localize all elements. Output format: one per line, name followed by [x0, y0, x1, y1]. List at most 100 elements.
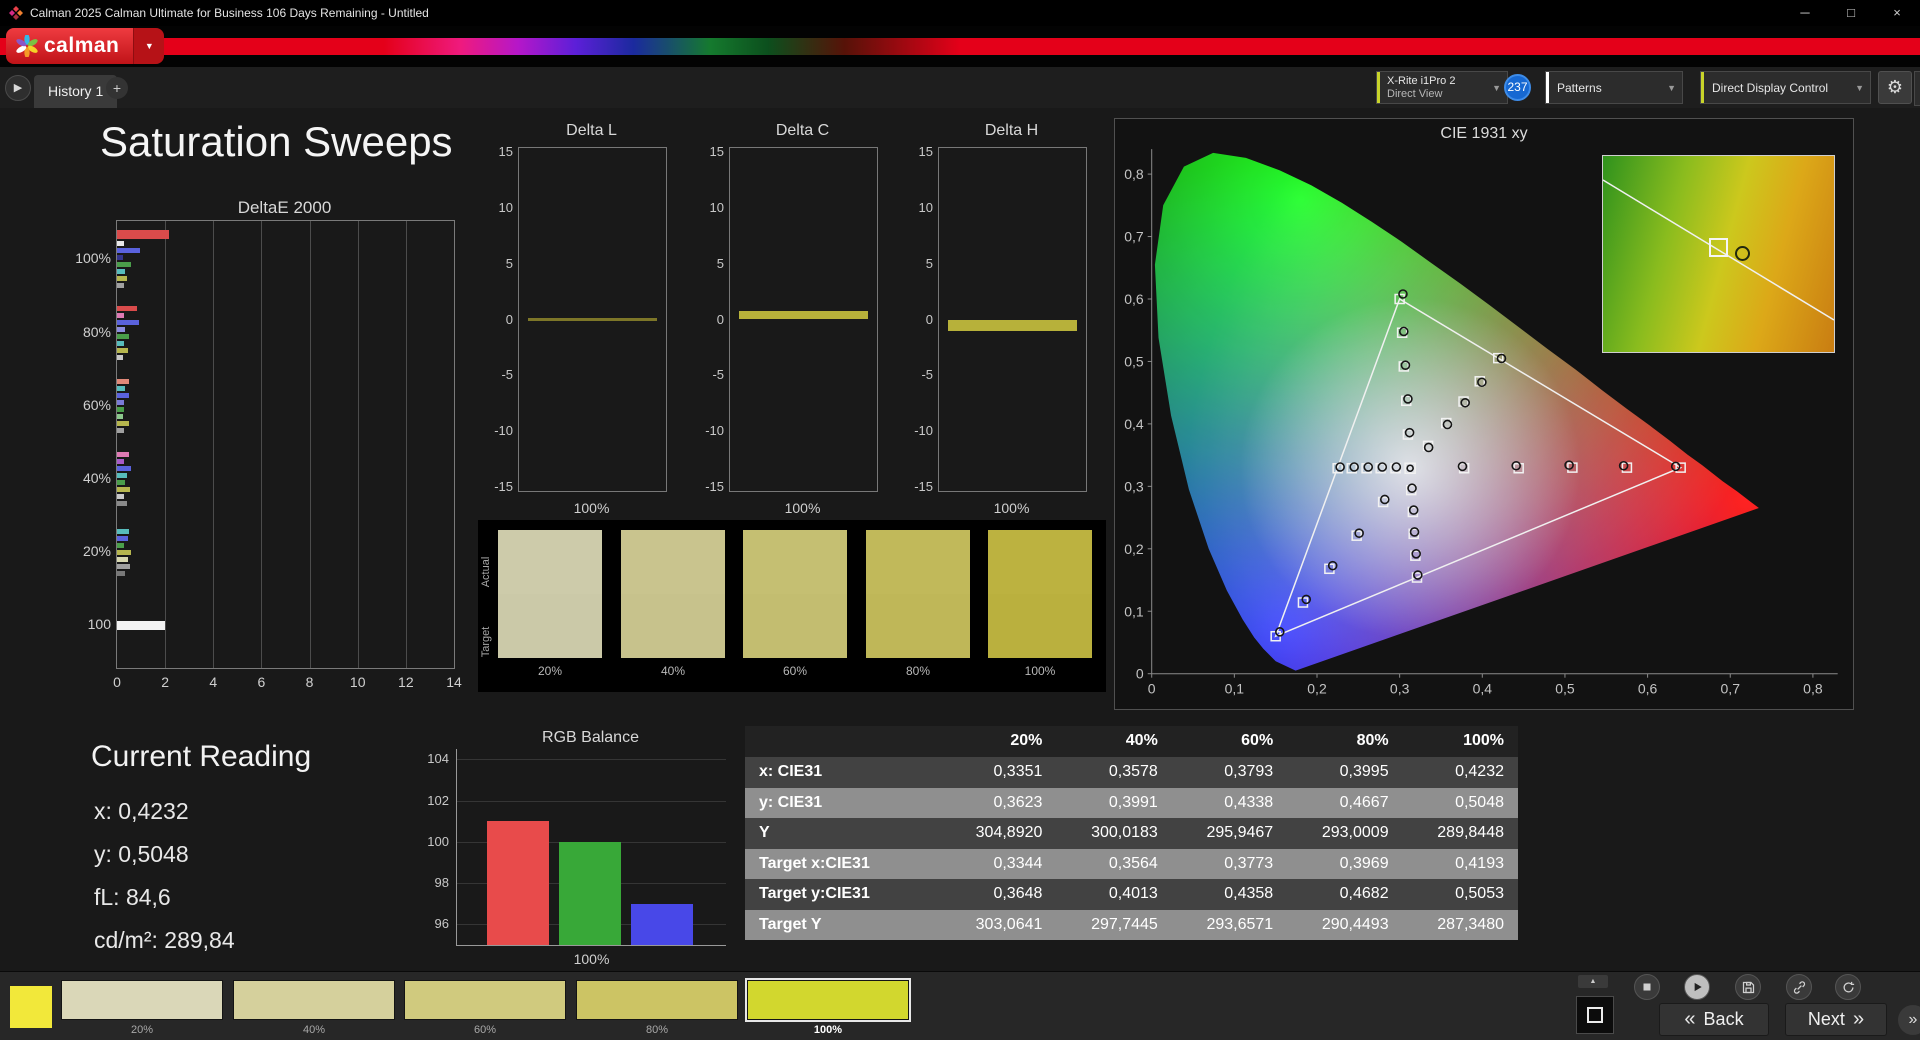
x-axis-tick: 14: [446, 674, 462, 690]
measured-point-marker: [1734, 246, 1750, 262]
display-control-label: Direct Display Control: [1712, 80, 1829, 95]
svg-text:0: 0: [1148, 681, 1156, 697]
pattern-level-button[interactable]: [747, 980, 909, 1020]
gridline: [357, 221, 359, 668]
x-axis-tick: 8: [305, 674, 314, 690]
swatch-percent-label: 60%: [782, 664, 808, 678]
save-button[interactable]: [1735, 974, 1761, 1000]
table-column-header: 20%: [1010, 732, 1043, 749]
svg-text:0,5: 0,5: [1124, 353, 1144, 369]
table-row: Target Y 303,0641 297,7445 293,6571 290,4493…: [745, 909, 1518, 940]
x-axis-tick: 6: [257, 674, 266, 690]
y-axis-tick: -10: [914, 423, 933, 439]
table-cell: 289,8448: [1437, 824, 1504, 841]
deltae-bar: [117, 334, 130, 339]
page-forward-button[interactable]: »: [1898, 1005, 1920, 1035]
svg-text:0,6: 0,6: [1124, 291, 1144, 307]
y-axis-tick: 5: [716, 255, 724, 271]
table-cell: 0,3578: [1108, 763, 1158, 780]
table-cell: 0,3793: [1224, 763, 1274, 780]
patterns-select[interactable]: Patterns ▼: [1545, 71, 1683, 104]
measurement-table: 20% 40% 60% 80% 100% x: CIE31 0,3351 0,3578 0,37…: [745, 726, 1518, 940]
rgb-balance-title: RGB Balance: [542, 729, 639, 746]
app-window: Calman 2025 Calman Ultimate for Business…: [0, 0, 1920, 1040]
target-swatch: [743, 594, 847, 658]
next-button[interactable]: Next »: [1785, 1003, 1887, 1036]
deltae-bar: [117, 452, 130, 457]
link-meter-button[interactable]: [1786, 974, 1812, 1000]
target-swatch: [621, 594, 725, 658]
window-icon: [1587, 1007, 1603, 1023]
table-cell: 0,3351: [993, 763, 1043, 780]
table-cell: 287,3480: [1437, 915, 1504, 933]
calman-menu-button[interactable]: calman ▼: [6, 28, 165, 64]
deltae-bar: [117, 393, 130, 398]
target-row-label: Target: [480, 626, 492, 658]
table-row-label: Target Y: [759, 915, 822, 933]
calman-logo[interactable]: calman: [6, 28, 134, 64]
pattern-window-button[interactable]: [1576, 996, 1614, 1034]
y-axis-tick: 15: [918, 143, 933, 159]
x-axis-tick: 10: [349, 674, 366, 690]
x-axis-label: 100%: [573, 951, 610, 967]
refresh-button[interactable]: [1835, 974, 1861, 1000]
gridline: [457, 800, 726, 802]
deltae-group-label: 100%: [75, 250, 111, 266]
deltae-bar: [117, 473, 127, 478]
pattern-level-button[interactable]: [233, 980, 395, 1020]
delta-c-xlabel: 100%: [784, 500, 821, 516]
add-tab-button[interactable]: +: [106, 77, 128, 99]
y-axis-tick: -10: [494, 423, 513, 439]
minimize-button[interactable]: ─: [1782, 0, 1828, 26]
calman-menu-dropdown[interactable]: ▼: [133, 28, 165, 64]
sweep-swatch: [498, 530, 602, 658]
table-cell: 0,3995: [1339, 763, 1389, 780]
restore-button[interactable]: □: [1828, 0, 1874, 26]
deltae-group-label: 80%: [82, 324, 111, 340]
table-cell: 295,9467: [1206, 824, 1274, 841]
table-cell: 0,3623: [993, 793, 1043, 811]
calman-wordmark: calman: [44, 34, 120, 57]
y-axis-tick: 102: [427, 792, 449, 808]
svg-text:0,1: 0,1: [1225, 681, 1245, 697]
deltae-group-label: 20%: [82, 543, 111, 559]
svg-text:0,8: 0,8: [1124, 166, 1144, 182]
play-icon: [1694, 982, 1702, 992]
settings-gear-button[interactable]: ⚙: [1878, 71, 1912, 104]
target-point-marker: [1709, 238, 1729, 258]
title-bar: Calman 2025 Calman Ultimate for Business…: [0, 0, 1920, 26]
table-row-label: Target x:CIE31: [759, 854, 870, 872]
close-button[interactable]: ×: [1874, 0, 1920, 26]
pattern-level-button[interactable]: [404, 980, 566, 1020]
table-cell: 0,3564: [1108, 854, 1158, 872]
table-cell: 0,4682: [1339, 885, 1389, 902]
rgb-balance-chart: 104 102 100 98 96 100%: [427, 749, 726, 967]
swatch-percent-label: 100%: [1024, 664, 1056, 678]
save-icon: [1742, 981, 1754, 993]
stop-icon: [1643, 983, 1651, 991]
page-title: Saturation Sweeps: [100, 118, 453, 165]
meter-select[interactable]: X-Rite i1Pro 2 Direct View ▼: [1376, 71, 1508, 104]
stop-button[interactable]: [1634, 974, 1660, 1000]
deltae-bar: [117, 248, 140, 253]
tab-history-1[interactable]: History 1: [34, 75, 118, 108]
pattern-window-preview[interactable]: [10, 986, 52, 1028]
play-button[interactable]: [1684, 974, 1710, 1000]
history-nav-button[interactable]: ▶: [5, 75, 31, 101]
pattern-level-button[interactable]: [61, 980, 223, 1020]
chevron-down-icon: ▼: [144, 41, 154, 51]
delta-l-chart: Delta L 15 10 5 0 -5 -10 -15 100%: [494, 108, 667, 528]
back-button[interactable]: « Back: [1659, 1003, 1769, 1036]
delta-l-xlabel: 100%: [573, 500, 610, 516]
display-control-select[interactable]: Direct Display Control ▼: [1700, 71, 1871, 104]
workflow-panel-handle[interactable]: [1914, 71, 1920, 106]
y-axis-tick: -10: [705, 423, 724, 439]
target-swatch: [988, 594, 1092, 658]
pattern-level-button[interactable]: [576, 980, 738, 1020]
table-column-header: 100%: [1463, 732, 1504, 749]
svg-text:0,3: 0,3: [1390, 681, 1410, 697]
x-axis-tick: 4: [209, 674, 218, 690]
y-axis-tick: -5: [712, 367, 724, 383]
svg-text:0,4: 0,4: [1124, 416, 1144, 432]
scroll-up-icon[interactable]: ▲: [1578, 975, 1608, 988]
